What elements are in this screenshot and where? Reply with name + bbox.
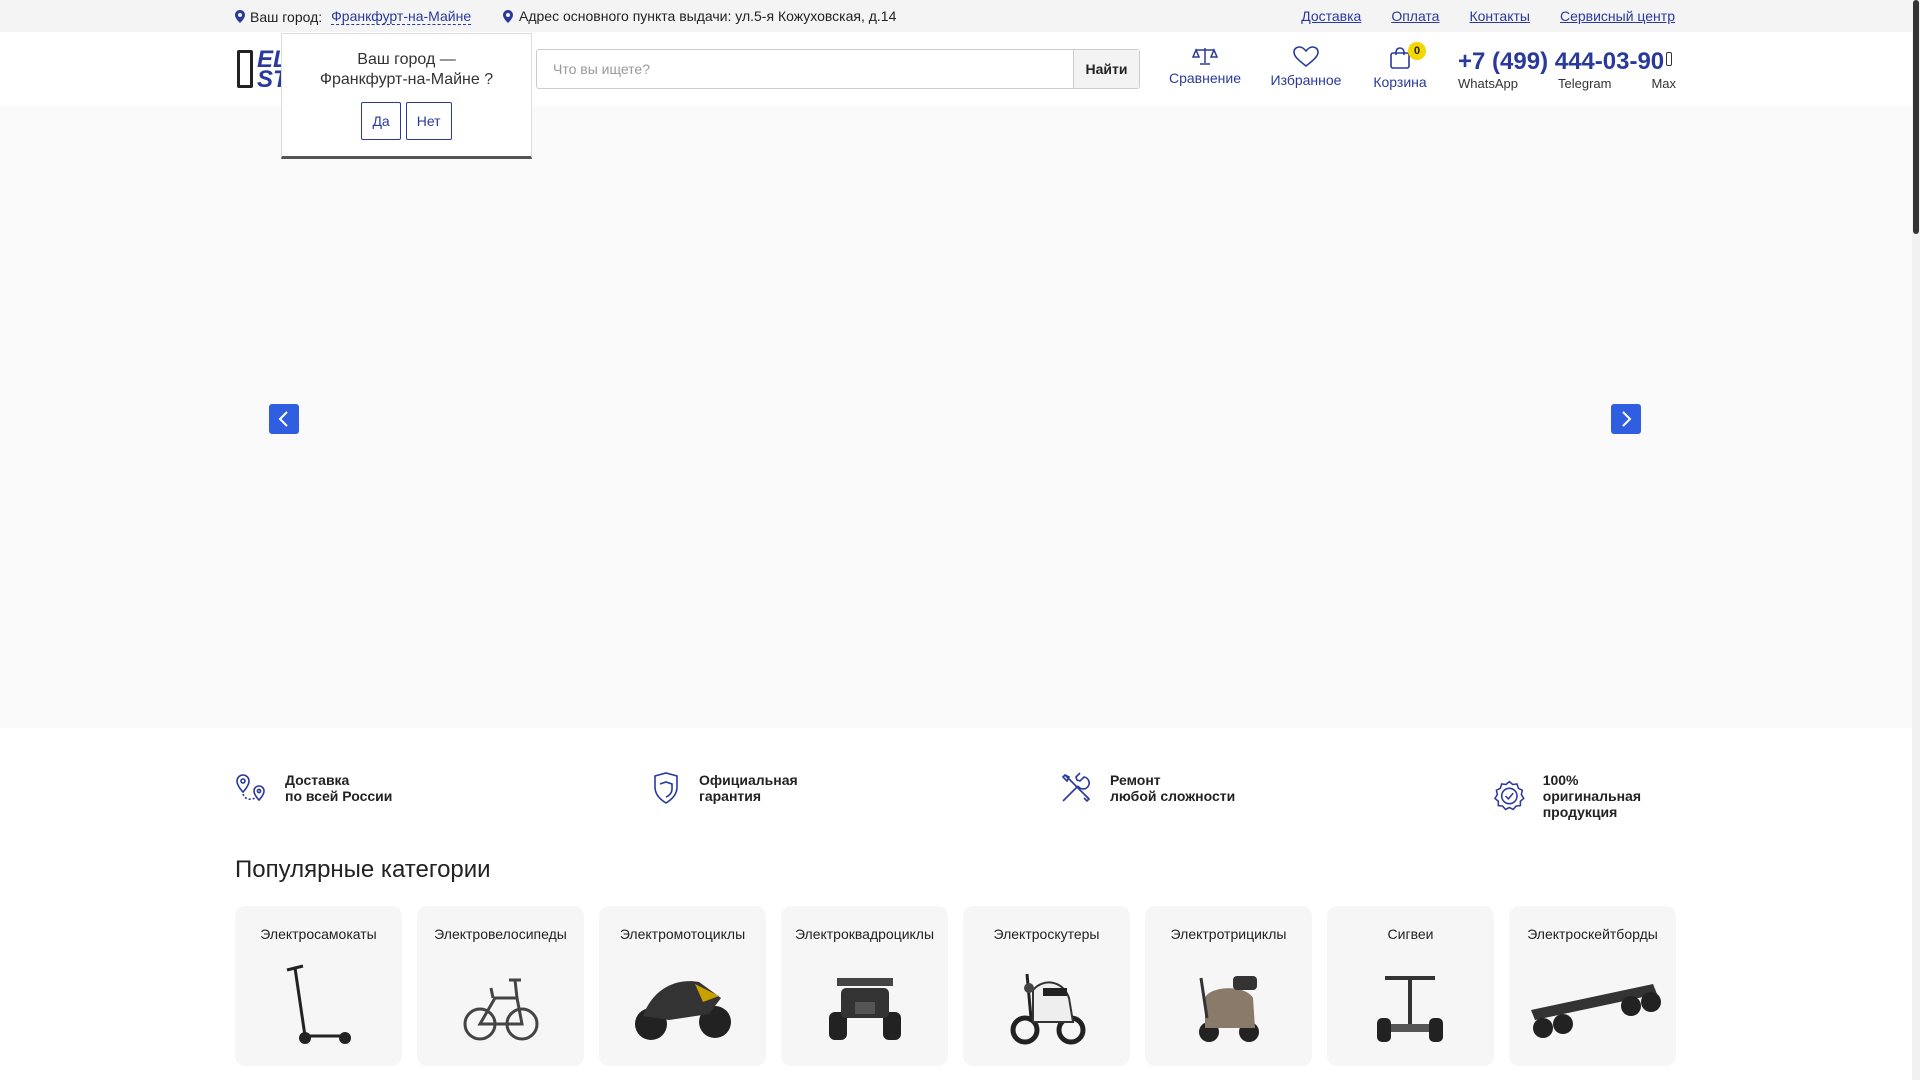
category-card-e-scooters-moped[interactable]: Электроскутеры (963, 906, 1130, 1066)
pickup-address-text: Адрес основного пункта выдачи: ул.5-я Ко… (519, 8, 897, 24)
city-selector[interactable]: Ваш город: Франкфурт-на-Майне (235, 8, 472, 25)
slider-prev-button[interactable] (269, 404, 299, 434)
chevron-left-icon (278, 411, 288, 427)
category-card-e-bikes[interactable]: Электровелосипеды (417, 906, 584, 1066)
pickup-address: Адрес основного пункта выдачи: ул.5-я Ко… (503, 8, 896, 24)
electric-bike-image (463, 978, 539, 1041)
phone-icon (1666, 52, 1672, 66)
electric-skateboard-image (1531, 984, 1661, 1038)
category-name: Электровелосипеды (434, 926, 567, 942)
category-name: Электротрициклы (1170, 926, 1287, 942)
electric-scooter-image (286, 964, 351, 1044)
feature-original-line1: 100% оригинальная (1542, 772, 1641, 804)
city-confirm-yes-button[interactable]: Да (361, 102, 401, 140)
category-name: Электроквадроциклы (794, 926, 935, 942)
page: Ваш город: Франкфурт-на-Майне Адрес осно… (0, 0, 1920, 1080)
nav-link-service-center[interactable]: Сервисный центр (1560, 8, 1675, 24)
features-strip: Доставка по всей России Официальная гарант… (235, 772, 1675, 820)
category-card-e-skateboards[interactable]: Электроскейтборды (1509, 906, 1676, 1066)
slider-next-button[interactable] (1611, 404, 1641, 434)
top-bar: Ваш город: Франкфурт-на-Майне Адрес осно… (0, 0, 1912, 32)
category-name: Сигвеи (1387, 926, 1434, 942)
whatsapp-link[interactable]: WhatsApp (1458, 76, 1518, 91)
feature-warranty: Официальная гарантия (651, 772, 798, 804)
category-card-e-atvs[interactable]: Электроквадроциклы (781, 906, 948, 1066)
cart-count-badge: 0 (1408, 42, 1426, 60)
scales-icon (1192, 48, 1218, 65)
map-pin-route-icon (236, 774, 265, 802)
search-button[interactable]: Найти (1073, 50, 1139, 88)
max-link[interactable]: Max (1651, 76, 1676, 91)
feature-repair-line2: любой сложности (1110, 788, 1236, 804)
page-scrollbar[interactable] (1912, 0, 1920, 1080)
tools-icon (1061, 772, 1091, 803)
category-card-segways[interactable]: Сигвеи (1327, 906, 1494, 1066)
city-link[interactable]: Франкфурт-на-Майне (331, 8, 472, 25)
chevron-right-icon (1622, 411, 1632, 427)
feature-delivery-line1: Доставка (285, 772, 350, 788)
favorites-label: Избранное (1270, 72, 1342, 88)
shield-icon (654, 772, 678, 804)
nav-link-delivery[interactable]: Доставка (1301, 8, 1361, 24)
location-pin-icon (235, 10, 245, 23)
feature-original: 100% оригинальная продукция (1494, 772, 1675, 820)
feature-repair: Ремонт любой сложности (1060, 772, 1235, 804)
nav-link-contacts[interactable]: Контакты (1469, 8, 1529, 24)
feature-delivery: Доставка по всей России (235, 772, 392, 804)
top-nav: Доставка Оплата Контакты Сервисный центр (1301, 8, 1675, 24)
battery-logo-icon (237, 50, 253, 88)
verified-badge-icon (1494, 780, 1525, 811)
category-name: Электросамокаты (260, 926, 377, 942)
category-name: Электроскутеры (993, 926, 1100, 942)
hero-banner-slider (0, 106, 1912, 728)
feature-delivery-line2: по всей России (285, 788, 393, 804)
categories-grid: Электросамокаты Электровелосипеды Электр… (235, 906, 1676, 1066)
feature-original-line2: продукция (1542, 804, 1618, 820)
category-name: Электромотоциклы (619, 926, 746, 942)
segway-image (1377, 976, 1443, 1042)
telegram-link[interactable]: Telegram (1558, 76, 1611, 91)
search-bar: Найти (536, 49, 1140, 89)
feature-repair-line1: Ремонт (1110, 772, 1161, 788)
city-confirm-question: Ваш город — Франкфурт-на-Майне ? (282, 50, 531, 90)
category-card-e-tricycles[interactable]: Электротрициклы (1145, 906, 1312, 1066)
favorites-button[interactable]: Избранное (1268, 46, 1344, 88)
search-input[interactable] (537, 50, 1073, 88)
city-confirm-popup: Ваш город — Франкфурт-на-Майне ? Да Нет (281, 33, 532, 159)
category-name: Электроскейтборды (1527, 926, 1658, 942)
cart-label: Корзина (1373, 74, 1427, 90)
city-confirm-no-button[interactable]: Нет (405, 102, 452, 140)
electric-atv-image (829, 978, 901, 1040)
feature-warranty-line1: Официальная (699, 772, 798, 788)
feature-warranty-line2: гарантия (699, 788, 762, 804)
scrollbar-thumb[interactable] (1913, 0, 1919, 234)
city-label: Ваш город: (250, 8, 323, 25)
location-pin-icon (503, 9, 513, 23)
electric-tricycle-image (1199, 976, 1259, 1042)
heart-icon (1293, 46, 1319, 68)
compare-button[interactable]: Сравнение (1168, 46, 1242, 86)
phone-number[interactable]: +7 (499) 444-03-90 (1458, 48, 1664, 76)
electric-motorcycle-image (635, 981, 731, 1040)
cart-button[interactable]: Корзина 0 (1370, 42, 1430, 90)
city-confirm-line1: Ваш город — (357, 51, 456, 68)
compare-label: Сравнение (1169, 70, 1241, 86)
electric-moped-image (1010, 973, 1086, 1045)
nav-link-payment[interactable]: Оплата (1391, 8, 1439, 24)
popular-categories-title: Популярные категории (235, 856, 491, 883)
category-card-e-motorcycles[interactable]: Электромотоциклы (599, 906, 766, 1066)
city-confirm-line2: Франкфурт-на-Майне ? (319, 71, 494, 88)
category-card-e-scooters[interactable]: Электросамокаты (235, 906, 402, 1066)
